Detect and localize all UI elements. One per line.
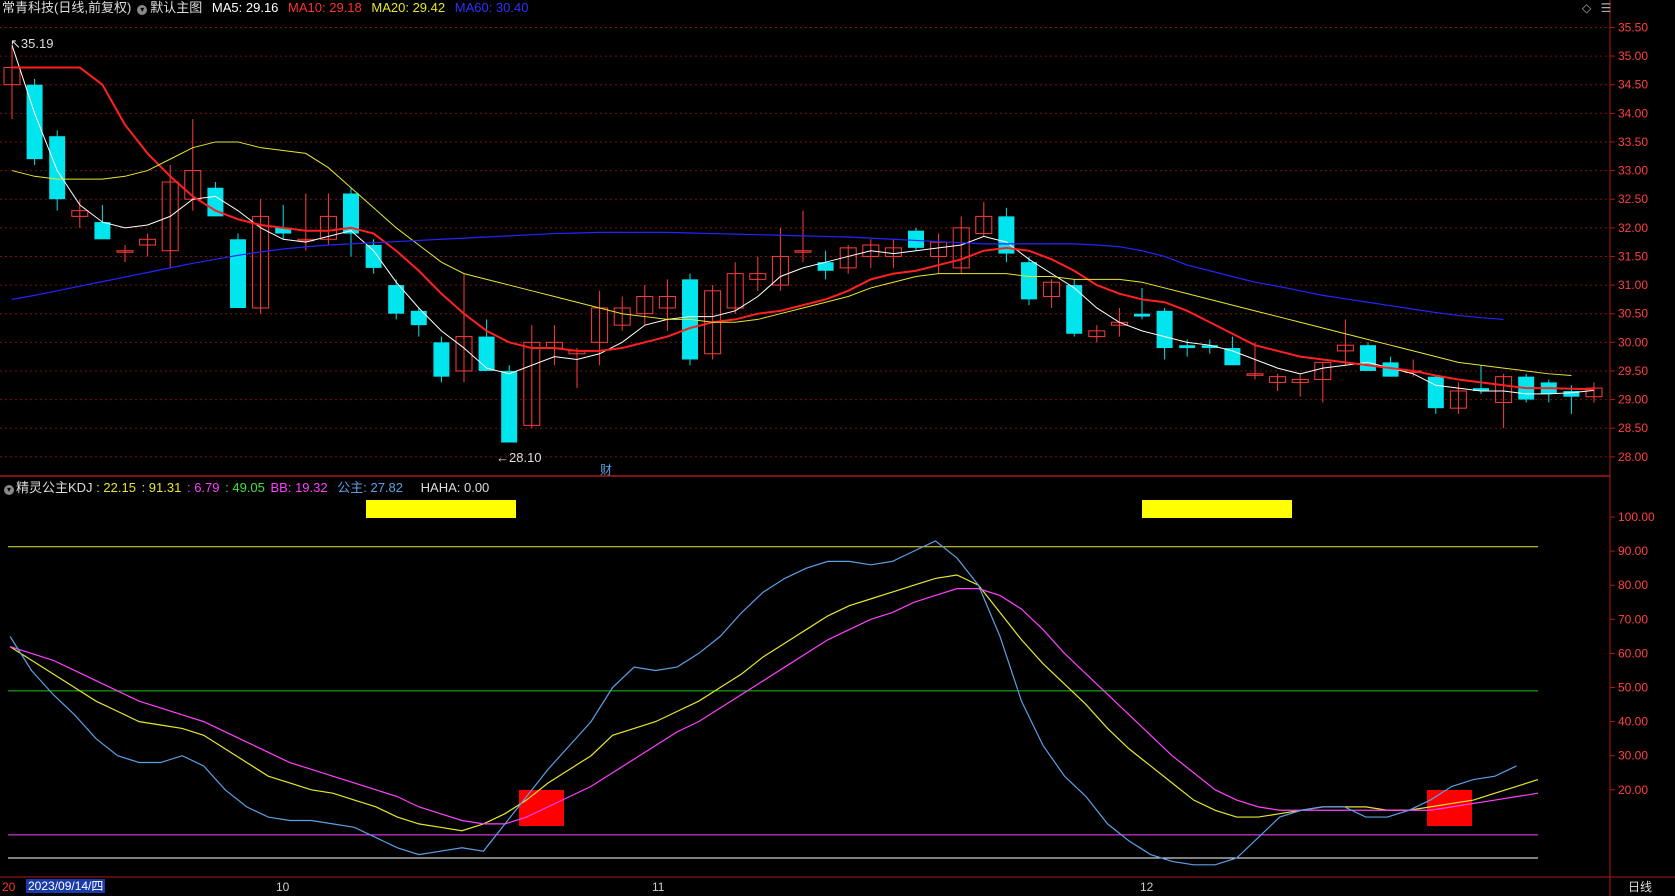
candle-body-down [49, 136, 66, 200]
signal-block-red [519, 790, 564, 826]
candle-body-down [478, 336, 495, 371]
candle-body-down [365, 245, 382, 268]
candle-body-down [230, 239, 246, 308]
indicator-tick-label: 60.00 [1618, 646, 1648, 660]
candle-body-down [908, 230, 924, 248]
price-tick-label: 33.00 [1618, 164, 1648, 178]
candle-body-down [388, 285, 405, 314]
candle-body-down [1179, 345, 1196, 349]
stock-chart-canvas[interactable]: 35.50 35.00 34.50 34.00 33.50 33.00 32.50 32.00… [0, 0, 1675, 896]
candle-body-down [94, 222, 111, 240]
diamond-icon[interactable]: ◇ [1582, 1, 1591, 15]
indicator-tick-label: 100.00 [1618, 510, 1655, 524]
signal-bar-yellow [1142, 500, 1292, 518]
kdj-series-d [9, 588, 1539, 825]
signal-block-red [1427, 790, 1472, 826]
main-chart-header: 常青科技(日线,前复权) ▾ 默认主图 MA5: 29.16 MA10: 29.18… [2, 1, 534, 15]
price-tick-label: 32.50 [1618, 192, 1648, 206]
kdj-haha: HAHA: 0.00 [420, 480, 490, 495]
kdj-v2: : 91.31 [141, 480, 182, 495]
low-price-label: ←28.10 [496, 450, 542, 465]
price-tick-label: 31.00 [1618, 278, 1648, 292]
kdj-series-j [9, 540, 1517, 866]
kdj-v4: : 49.05 [225, 480, 265, 495]
candle-body-down [1134, 313, 1150, 317]
price-tick-label: 29.50 [1618, 364, 1648, 378]
price-tick-label: 30.50 [1618, 307, 1648, 321]
stock-title[interactable]: 常青科技(日线,前复权) [2, 0, 131, 15]
kdj-header: ▾ 精灵公主KDJ : 22.15 : 91.31 : 6.79 : 49.05 … [4, 481, 495, 495]
kdj-v3: : 6.79 [186, 480, 220, 495]
menu-icon[interactable]: ☰ [1601, 1, 1612, 15]
price-tick-label: 35.00 [1618, 49, 1648, 63]
month-label-11: 11 [652, 880, 665, 894]
period-button[interactable]: 日线 [1628, 880, 1652, 894]
indicator-tick-label: 50.00 [1618, 681, 1648, 695]
month-label-10: 10 [276, 880, 290, 894]
indicator-tick-label: 20.00 [1618, 783, 1648, 797]
layout-name[interactable]: 默认主图 [150, 0, 202, 15]
candle-body-down [1156, 310, 1173, 349]
price-tick-label: 35.50 [1618, 20, 1648, 34]
candle-body-down [501, 370, 518, 443]
cursor-date-label: 2023/09/14/四 [26, 879, 106, 893]
price-tick-label: 28.50 [1618, 421, 1648, 435]
ma10-value: MA10: 29.18 [288, 0, 362, 15]
month-label-12: 12 [1140, 880, 1154, 894]
indicator-tick-label: 90.00 [1618, 544, 1648, 558]
indicator-tick-label: 30.00 [1618, 749, 1648, 763]
chevron-down-icon[interactable]: ▾ [137, 5, 148, 15]
high-price-label: ↖35.19 [10, 36, 54, 51]
indicator-tick-label: 80.00 [1618, 578, 1648, 592]
date-axis-left-label: 20 [2, 880, 16, 894]
window-controls: ◇ ☰ [1582, 1, 1611, 15]
kdj-title[interactable]: 精灵公主KDJ [16, 480, 93, 495]
signal-bar-yellow [366, 500, 516, 518]
kdj-v1: : 22.15 [96, 480, 136, 495]
price-tick-label: 32.00 [1618, 221, 1648, 235]
ma60-value: MA60: 30.40 [454, 0, 529, 15]
kdj-gz: 公主: 27.82 [337, 480, 404, 495]
price-tick-label: 33.50 [1618, 135, 1648, 149]
kdj-series-k [9, 574, 1539, 832]
candle-body-down [1427, 376, 1444, 409]
indicator-tick-label: 40.00 [1618, 715, 1648, 729]
ma20-value: MA20: 29.42 [371, 0, 446, 15]
price-tick-label: 28.00 [1618, 450, 1648, 464]
price-tick-label: 29.00 [1618, 393, 1648, 407]
price-tick-label: 34.00 [1618, 106, 1648, 120]
ma5-value: MA5: 29.16 [211, 0, 279, 15]
indicator-tick-label: 70.00 [1618, 612, 1648, 626]
finance-marker[interactable]: 财 [600, 463, 612, 477]
candle-body-down [1360, 345, 1376, 371]
candle-body-down [1021, 262, 1037, 300]
kdj-bb: BB: 19.32 [270, 480, 328, 495]
price-tick-label: 30.00 [1618, 335, 1648, 349]
candle-body-down [433, 342, 450, 377]
price-tick-label: 31.50 [1618, 249, 1648, 263]
price-tick-label: 34.50 [1618, 78, 1648, 92]
settings-icon[interactable]: ▾ [4, 485, 14, 495]
